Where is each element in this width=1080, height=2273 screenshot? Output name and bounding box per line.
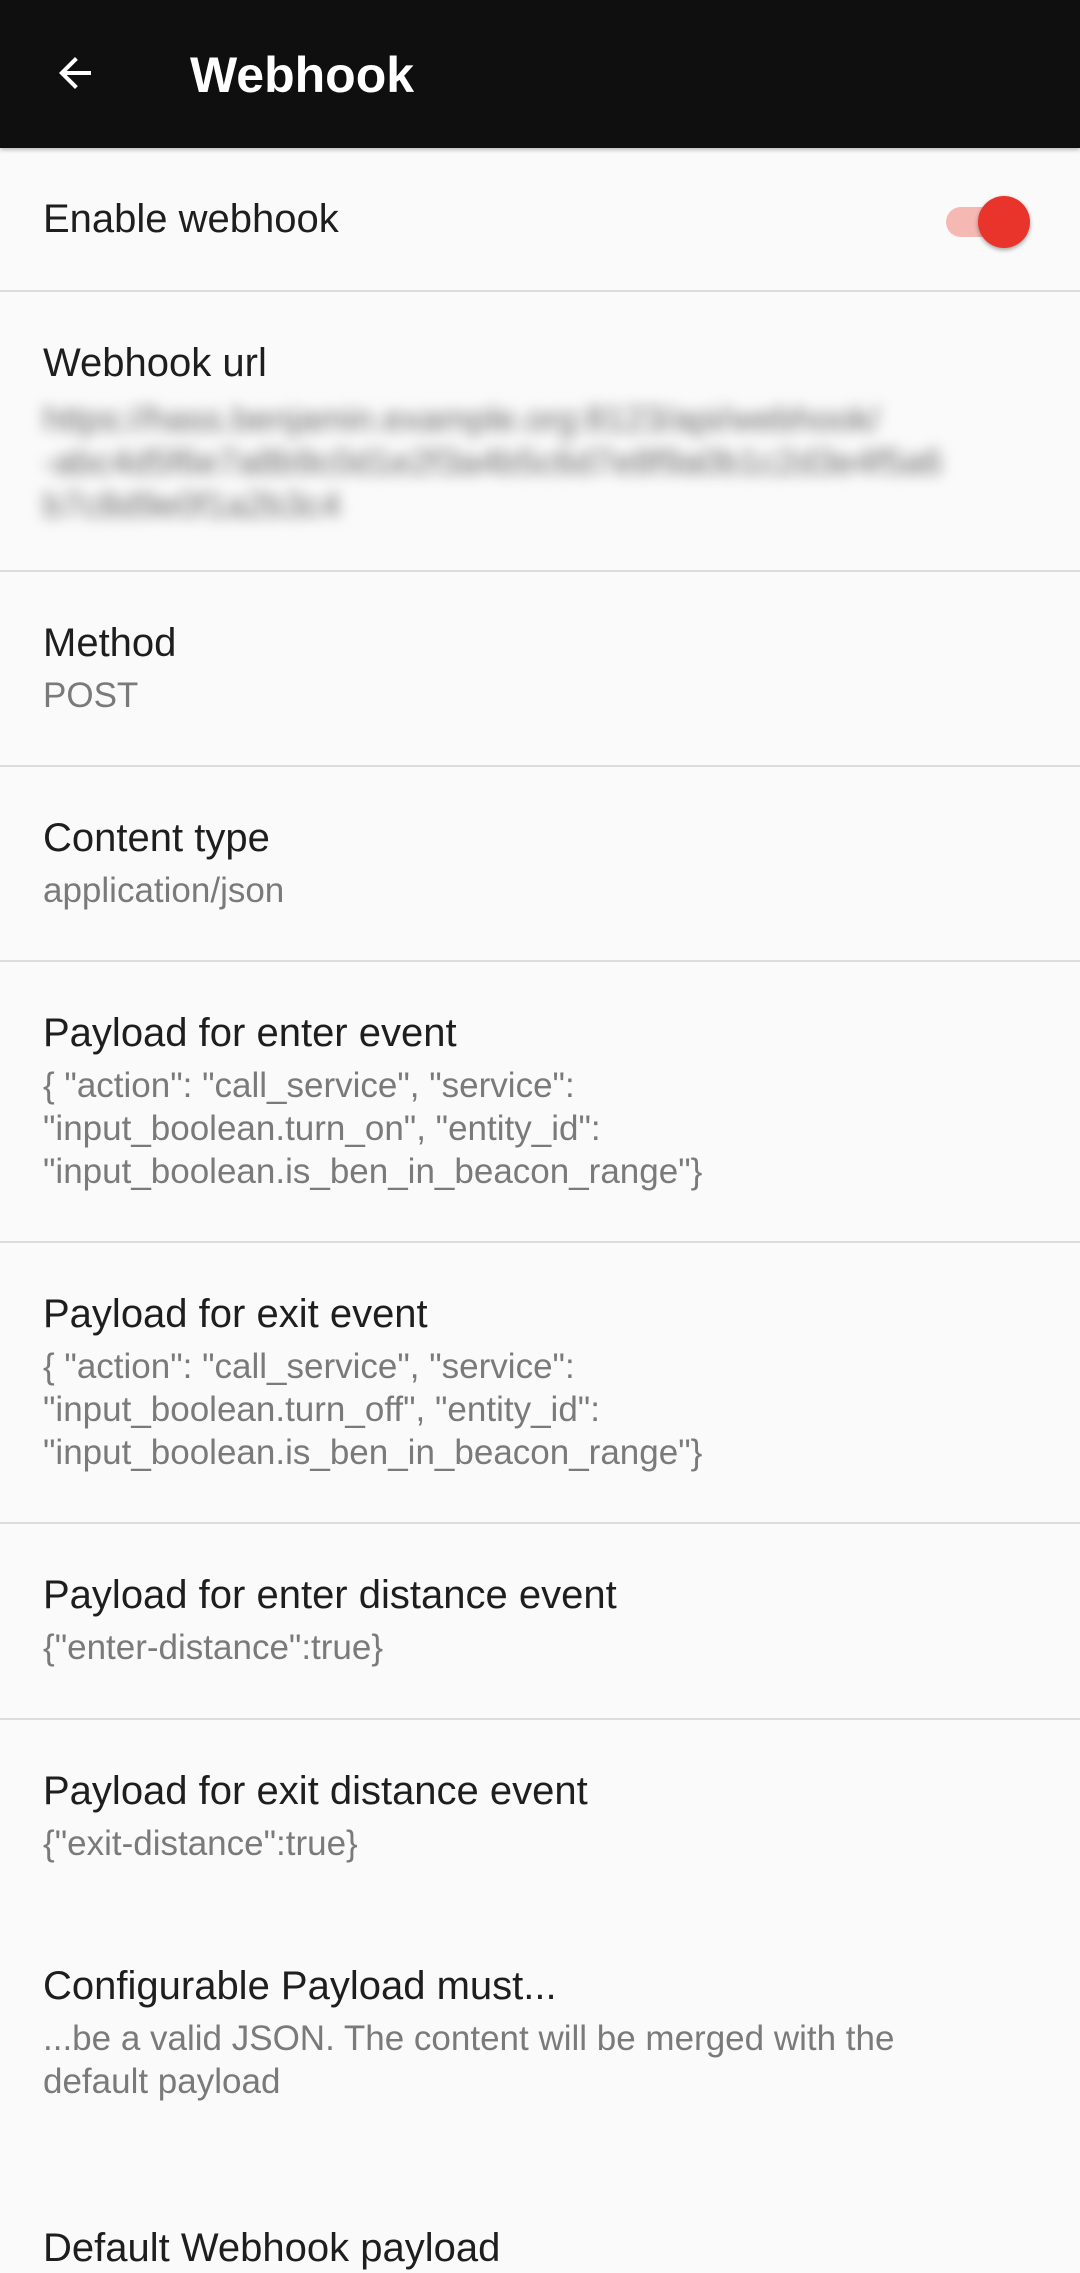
pref-title: Enable webhook: [43, 197, 339, 241]
enable-webhook-switch[interactable]: [942, 196, 1032, 248]
pref-payload-enter-event[interactable]: Payload for enter event { "action": "cal…: [0, 962, 1080, 1242]
pref-method[interactable]: Method POST: [0, 572, 1080, 765]
pref-content-type[interactable]: Content type application/json: [0, 767, 1080, 960]
pref-title: Default Webhook payload: [43, 2226, 501, 2270]
pref-default-webhook-payload[interactable]: Default Webhook payload: [0, 2145, 1080, 2270]
arrow-left-icon: [59, 57, 91, 89]
pref-payload-exit-distance[interactable]: Payload for exit distance event {"exit-d…: [0, 1720, 1080, 1915]
pref-summary: ...be a valid JSON. The content will be …: [43, 2019, 895, 2101]
pref-title: Payload for exit distance event: [43, 1769, 588, 1813]
pref-summary: application/json: [43, 871, 285, 910]
pref-webhook-url[interactable]: Webhook url https://hass.benjamin.exampl…: [0, 292, 1080, 571]
pref-title: Payload for enter distance event: [43, 1573, 617, 1617]
pref-summary: https://hass.benjamin.example.org:8123/a…: [43, 400, 943, 525]
back-button[interactable]: [30, 28, 120, 118]
app-bar: Webhook: [0, 0, 1080, 148]
pref-title: Payload for enter event: [43, 1011, 457, 1055]
pref-title: Content type: [43, 816, 270, 860]
pref-summary: { "action": "call_service", "service": "…: [43, 1066, 703, 1191]
pref-title: Method: [43, 621, 177, 665]
pref-payload-exit-event[interactable]: Payload for exit event { "action": "call…: [0, 1243, 1080, 1523]
pref-summary: POST: [43, 676, 139, 715]
pref-summary: {"exit-distance":true}: [43, 1824, 358, 1863]
pref-title: Webhook url: [43, 341, 267, 385]
pref-title: Configurable Payload must...: [43, 1964, 557, 2008]
switch-thumb: [978, 196, 1030, 248]
pref-summary: {"enter-distance":true}: [43, 1628, 384, 1667]
pref-title: Payload for exit event: [43, 1292, 428, 1336]
pref-summary: { "action": "call_service", "service": "…: [43, 1347, 703, 1472]
pref-payload-enter-distance[interactable]: Payload for enter distance event {"enter…: [0, 1524, 1080, 1718]
pref-enable-webhook[interactable]: Enable webhook: [0, 148, 1080, 291]
page-title: Webhook: [190, 47, 415, 103]
pref-configurable-payload-info: Configurable Payload must... ...be a val…: [0, 1915, 1080, 2145]
